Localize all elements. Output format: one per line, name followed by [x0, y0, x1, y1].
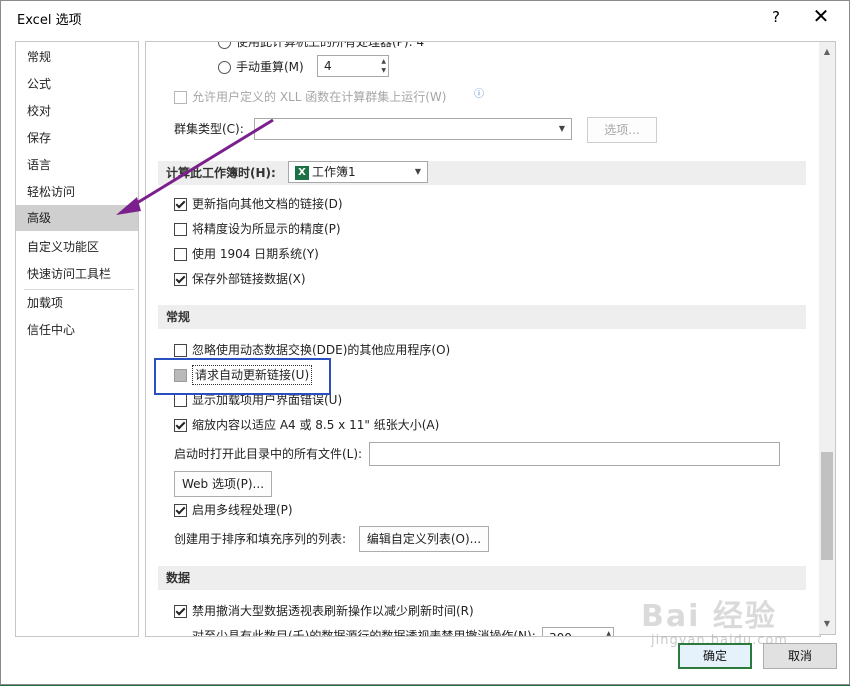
watermark: Bai 经验 jingyan.baidu.com — [641, 599, 788, 648]
cancel-button[interactable]: 取消 — [763, 643, 837, 669]
annotation-arrow-icon — [116, 118, 274, 215]
excel-options-dialog: Excel 选项 ? ✕ 常规 公式 校对 保存 语言 轻松访问 高级 自定义功… — [0, 0, 850, 685]
ok-button[interactable]: 确定 — [678, 643, 752, 669]
